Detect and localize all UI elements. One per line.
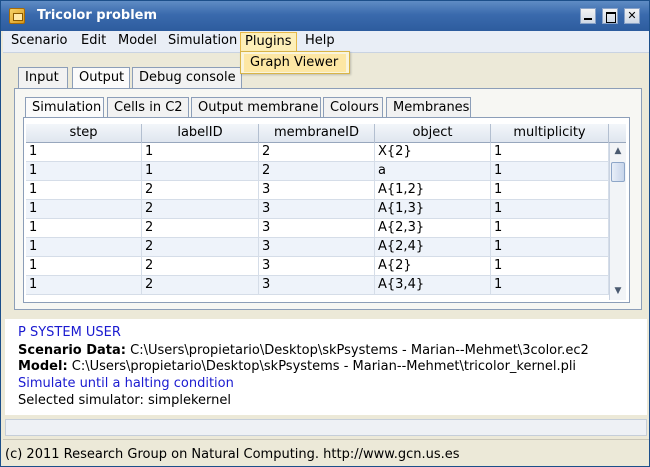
status-bar: (c) 2011 Research Group on Natural Compu…: [3, 439, 649, 466]
console-log: P SYSTEM USER Scenario Data: C:\Users\pr…: [5, 319, 647, 415]
scroll-thumb[interactable]: [611, 162, 625, 182]
table-cell-object[interactable]: A{1,3}: [375, 200, 491, 219]
console-scenario-line: Scenario Data: C:\Users\propietario\Desk…: [18, 343, 589, 358]
column-header-object[interactable]: object: [375, 124, 491, 143]
maximize-button[interactable]: [602, 8, 618, 24]
model-path: C:\Users\propietario\Desktop\skPsystems …: [71, 359, 577, 374]
table-cell-labelid[interactable]: 2: [142, 238, 259, 257]
scroll-down-icon[interactable]: ▼: [610, 283, 626, 300]
menu-help[interactable]: Help: [301, 32, 339, 51]
table-cell-multiplicity[interactable]: 1: [491, 219, 609, 238]
table-cell-multiplicity[interactable]: 1: [491, 238, 609, 257]
table-cell-step[interactable]: 1: [26, 276, 142, 295]
column-header-labelid[interactable]: labelID: [142, 124, 259, 143]
table-cell-membraneid[interactable]: 2: [259, 162, 375, 181]
menu-model[interactable]: Model: [114, 32, 161, 51]
tab-input[interactable]: Input: [18, 67, 68, 89]
table-cell-step[interactable]: 1: [26, 162, 142, 181]
table-cell-step[interactable]: 1: [26, 238, 142, 257]
minimize-button[interactable]: [580, 8, 596, 24]
scroll-up-icon[interactable]: ▲: [610, 143, 626, 160]
table-cell-object[interactable]: a: [375, 162, 491, 181]
table-cell-multiplicity[interactable]: 1: [491, 257, 609, 276]
menu-edit[interactable]: Edit: [77, 32, 110, 51]
tab-output[interactable]: Output: [72, 67, 130, 89]
table-cell-step[interactable]: 1: [26, 143, 142, 162]
table-cell-step[interactable]: 1: [26, 257, 142, 276]
table-cell-labelid[interactable]: 2: [142, 276, 259, 295]
tab-cells-in-c2[interactable]: Cells in C2: [107, 97, 189, 119]
table-cell-object[interactable]: A{1,2}: [375, 181, 491, 200]
table-header: step labelID membraneID object multiplic…: [26, 124, 609, 143]
plugins-dropdown: Graph Viewer: [240, 51, 350, 74]
table-cell-membraneid[interactable]: 3: [259, 219, 375, 238]
tab-output-membrane[interactable]: Output membrane: [191, 97, 321, 119]
table-cell-labelid[interactable]: 2: [142, 257, 259, 276]
close-button[interactable]: ✕: [624, 8, 640, 24]
console-user-line: P SYSTEM USER: [18, 325, 121, 340]
table-row[interactable]: 1 2 3 A{2} 1: [26, 257, 609, 276]
table-cell-object[interactable]: X{2}: [375, 143, 491, 162]
table-row[interactable]: 1 2 3 A{2,4} 1: [26, 238, 609, 257]
menu-plugins[interactable]: Plugins: [240, 32, 297, 51]
tab-simulation[interactable]: Simulation: [25, 97, 104, 119]
console-horizontal-scrollbar[interactable]: [5, 419, 647, 436]
table-cell-multiplicity[interactable]: 1: [491, 181, 609, 200]
table-cell-multiplicity[interactable]: 1: [491, 200, 609, 219]
table-cell-step[interactable]: 1: [26, 181, 142, 200]
table-cell-labelid[interactable]: 2: [142, 181, 259, 200]
table-cell-membraneid[interactable]: 3: [259, 200, 375, 219]
table-cell-labelid[interactable]: 1: [142, 162, 259, 181]
app-icon: [9, 8, 25, 24]
table-header-corner: [609, 124, 626, 143]
table-cell-membraneid[interactable]: 3: [259, 238, 375, 257]
console-simulator-line: Selected simulator: simplekernel: [18, 393, 231, 408]
table-cell-object[interactable]: A{3,4}: [375, 276, 491, 295]
column-header-step[interactable]: step: [26, 124, 142, 143]
table-cell-multiplicity[interactable]: 1: [491, 143, 609, 162]
table-row[interactable]: 1 2 3 A{3,4} 1: [26, 276, 609, 295]
table-cell-multiplicity[interactable]: 1: [491, 162, 609, 181]
table-cell-membraneid[interactable]: 3: [259, 257, 375, 276]
table-cell-labelid[interactable]: 2: [142, 219, 259, 238]
main-window: Tricolor problem ✕ Scenario Edit Model S…: [0, 0, 650, 467]
table-cell-step[interactable]: 1: [26, 200, 142, 219]
table-cell-labelid[interactable]: 1: [142, 143, 259, 162]
status-text: (c) 2011 Research Group on Natural Compu…: [5, 447, 460, 462]
table-row[interactable]: 1 2 3 A{1,3} 1: [26, 200, 609, 219]
table-cell-object[interactable]: A{2}: [375, 257, 491, 276]
column-header-membraneid[interactable]: membraneID: [259, 124, 375, 143]
table-cell-labelid[interactable]: 2: [142, 200, 259, 219]
table-row[interactable]: 112a1: [26, 162, 609, 181]
model-label: Model:: [18, 359, 68, 374]
window-title: Tricolor problem: [37, 8, 158, 23]
table-cell-object[interactable]: A{2,4}: [375, 238, 491, 257]
simulation-table[interactable]: step labelID membraneID object multiplic…: [26, 124, 609, 300]
console-model-line: Model: C:\Users\propietario\Desktop\skPs…: [18, 359, 576, 374]
table-vertical-scrollbar[interactable]: ▲ ▼: [609, 143, 626, 300]
table-cell-object[interactable]: A{2,3}: [375, 219, 491, 238]
scenario-label: Scenario Data:: [18, 343, 126, 358]
table-cell-membraneid[interactable]: 3: [259, 181, 375, 200]
title-bar[interactable]: Tricolor problem ✕: [1, 1, 649, 31]
table-cell-membraneid[interactable]: 2: [259, 143, 375, 162]
tab-colours[interactable]: Colours: [323, 97, 383, 119]
table-cell-multiplicity[interactable]: 1: [491, 276, 609, 295]
table-row[interactable]: 1 1 2 X{2} 1: [26, 143, 609, 162]
menu-item-graph-viewer[interactable]: Graph Viewer: [244, 54, 346, 72]
menu-simulation[interactable]: Simulation: [164, 32, 241, 51]
table-row[interactable]: 1 2 3 A{1,2} 1: [26, 181, 609, 200]
tab-membranes[interactable]: Membranes: [386, 97, 471, 119]
console-simulate-line: Simulate until a halting condition: [18, 376, 234, 391]
table-row[interactable]: 1 2 3 A{2,3} 1: [26, 219, 609, 238]
scenario-path: C:\Users\propietario\Desktop\skPsystems …: [130, 343, 589, 358]
column-header-multiplicity[interactable]: multiplicity: [491, 124, 609, 143]
tab-debug-console[interactable]: Debug console: [132, 67, 242, 89]
menu-scenario[interactable]: Scenario: [7, 32, 72, 51]
menu-bar: Scenario Edit Model Simulation Plugins H…: [3, 31, 649, 53]
table-cell-membraneid[interactable]: 3: [259, 276, 375, 295]
table-cell-step[interactable]: 1: [26, 219, 142, 238]
